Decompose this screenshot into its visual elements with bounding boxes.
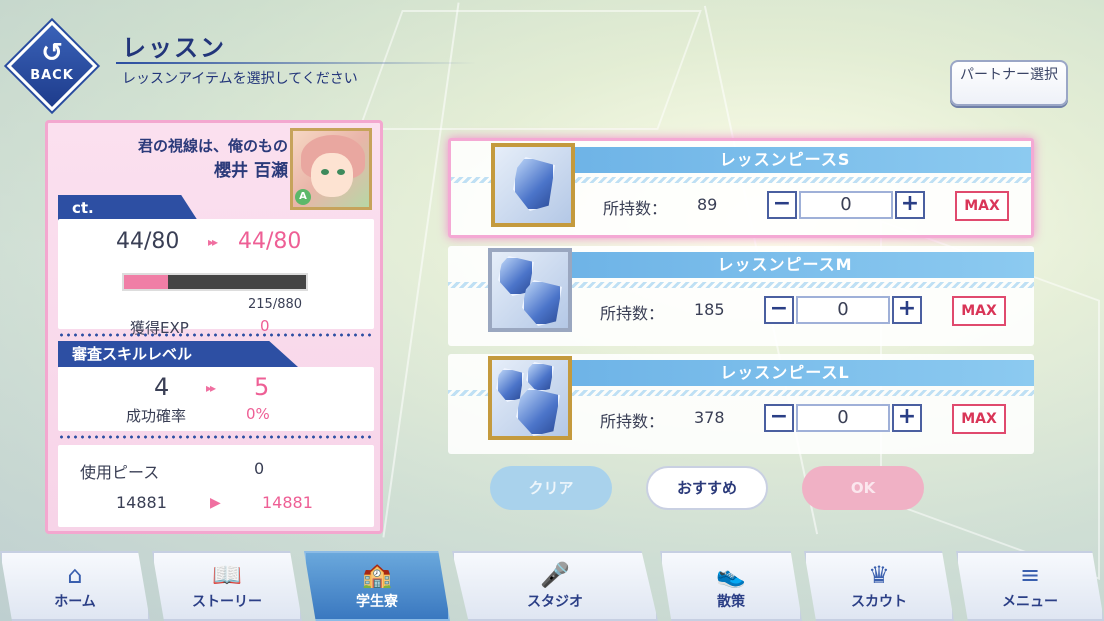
exp-bar-fill xyxy=(124,275,169,289)
ct-current: 44/80 xyxy=(116,229,180,254)
character-portrait: A xyxy=(290,128,372,210)
nav-label: スカウト xyxy=(851,594,907,610)
quantity-field[interactable]: 0 xyxy=(799,191,893,219)
ct-after: 44/80 xyxy=(238,229,302,254)
nav-stroll[interactable]: 👟 散策 xyxy=(660,551,802,621)
decrease-button[interactable]: − xyxy=(764,404,794,432)
used-pieces-value: 0 xyxy=(254,459,265,478)
microphone-icon: 🎤 xyxy=(540,561,570,589)
home-icon: ⌂ xyxy=(67,561,83,589)
skill-after: 5 xyxy=(254,373,270,401)
nav-studio[interactable]: 🎤 スタジオ xyxy=(452,551,658,621)
recommend-button[interactable]: おすすめ xyxy=(646,466,768,510)
partner-select-button[interactable]: パートナー選択 xyxy=(950,60,1068,106)
header-divider xyxy=(116,62,476,64)
owned-count: 378 xyxy=(694,408,725,427)
nav-label: ストーリー xyxy=(192,594,262,610)
clear-button[interactable]: クリア xyxy=(490,466,612,510)
increase-button[interactable]: + xyxy=(892,296,922,324)
owned-label: 所持数： xyxy=(603,199,668,218)
success-rate-label: 成功確率 xyxy=(126,407,187,425)
page-title: レッスン xyxy=(122,34,226,62)
nav-label: ホーム xyxy=(54,594,96,610)
owned-label: 所持数： xyxy=(600,412,665,431)
ct-card: 44/80 ▸▸ 44/80 215/880 獲得EXP 0 xyxy=(58,219,374,337)
skill-card: 4 ▸▸ 5 成功確率 0% xyxy=(58,367,374,431)
quantity-field[interactable]: 0 xyxy=(796,404,890,432)
nav-scout[interactable]: ♛ スカウト xyxy=(804,551,954,621)
shoe-icon: 👟 xyxy=(716,561,746,589)
lesson-piece-m-icon xyxy=(488,248,572,332)
divider-dots xyxy=(58,333,374,337)
max-button[interactable]: MAX xyxy=(952,404,1006,434)
ok-button[interactable]: OK xyxy=(802,466,924,510)
portrait-face xyxy=(311,153,353,197)
decrease-button[interactable]: − xyxy=(764,296,794,324)
gem-shape xyxy=(516,388,560,436)
item-row-lesson-piece-s[interactable]: レッスンピースS 所持数： 89 − 0 + MAX xyxy=(448,138,1034,238)
nav-menu[interactable]: ≡ メニュー xyxy=(956,551,1104,621)
partner-select-label: パートナー選択 xyxy=(960,67,1058,83)
item-row-lesson-piece-l[interactable]: レッスンピースL 所持数： 378 − 0 + MAX xyxy=(448,354,1034,454)
ct-tab: ct. xyxy=(58,195,198,221)
nav-label: 学生寮 xyxy=(356,594,398,610)
decrease-button[interactable]: − xyxy=(767,191,797,219)
coins-current: 14881 xyxy=(116,493,167,512)
nav-story[interactable]: 📖 ストーリー xyxy=(152,551,302,621)
coins-after: 14881 xyxy=(262,493,313,512)
exp-progress: 215/880 xyxy=(248,297,303,312)
page-subtitle: レッスンアイテムを選択してください xyxy=(122,71,358,87)
card-title: 君の視線は、俺のもの xyxy=(137,137,288,155)
menu-icon: ≡ xyxy=(1019,561,1041,589)
lesson-piece-l-icon xyxy=(488,356,572,440)
increase-button[interactable]: + xyxy=(895,191,925,219)
portrait-eye xyxy=(337,169,345,175)
lesson-piece-s-icon xyxy=(491,143,575,227)
school-icon: 🏫 xyxy=(362,561,392,589)
coins-arrow-icon: ▶ xyxy=(210,495,221,511)
header-bar: レッスン レッスンアイテムを選択してください xyxy=(96,26,476,90)
usage-card: 使用ピース 0 14881 ▶ 14881 xyxy=(58,445,374,527)
gem-shape xyxy=(513,157,555,211)
crown-icon: ♛ xyxy=(868,561,890,589)
exp-bar xyxy=(122,273,308,291)
increase-button[interactable]: + xyxy=(892,404,922,432)
nav-dormitory[interactable]: 🏫 学生寮 xyxy=(304,551,450,621)
ct-arrow-icon: ▸▸ xyxy=(208,235,218,249)
character-status-panel: 君の視線は、俺のもの 櫻井 百瀬 A ct. 44/80 ▸▸ 44/80 21… xyxy=(45,120,383,534)
max-button[interactable]: MAX xyxy=(952,296,1006,326)
rank-badge: A xyxy=(295,189,311,205)
success-rate-value: 0% xyxy=(246,405,270,423)
item-name: レッスンピースM xyxy=(536,252,1034,278)
skill-current: 4 xyxy=(154,373,170,401)
back-arrow-icon: ↺ xyxy=(41,38,63,68)
used-pieces-label: 使用ピース xyxy=(80,463,160,482)
item-name: レッスンピースS xyxy=(539,147,1031,173)
divider-dots xyxy=(58,435,374,439)
nav-label: 散策 xyxy=(717,594,745,610)
max-button[interactable]: MAX xyxy=(955,191,1009,221)
book-icon: 📖 xyxy=(212,561,242,589)
owned-count: 89 xyxy=(697,195,718,214)
item-row-lesson-piece-m[interactable]: レッスンピースM 所持数： 185 − 0 + MAX xyxy=(448,246,1034,346)
nav-label: スタジオ xyxy=(527,594,583,610)
nav-label: メニュー xyxy=(1002,594,1058,610)
portrait-eye xyxy=(321,169,329,175)
skill-tab: 審査スキルレベル xyxy=(58,341,298,367)
skill-arrow-icon: ▸▸ xyxy=(206,381,216,395)
gem-shape xyxy=(526,362,554,392)
item-name: レッスンピースL xyxy=(536,360,1034,386)
character-name: 櫻井 百瀬 xyxy=(214,161,288,181)
bottom-navigation: ⌂ ホーム 📖 ストーリー 🏫 学生寮 🎤 スタジオ 👟 散策 ♛ スカウト ≡… xyxy=(0,543,1104,621)
owned-count: 185 xyxy=(694,300,725,319)
gem-shape xyxy=(496,368,524,402)
quantity-field[interactable]: 0 xyxy=(796,296,890,324)
owned-label: 所持数： xyxy=(600,304,665,323)
back-button[interactable]: ↺ BACK xyxy=(4,20,98,118)
nav-home[interactable]: ⌂ ホーム xyxy=(0,551,150,621)
back-label: BACK xyxy=(30,68,74,83)
